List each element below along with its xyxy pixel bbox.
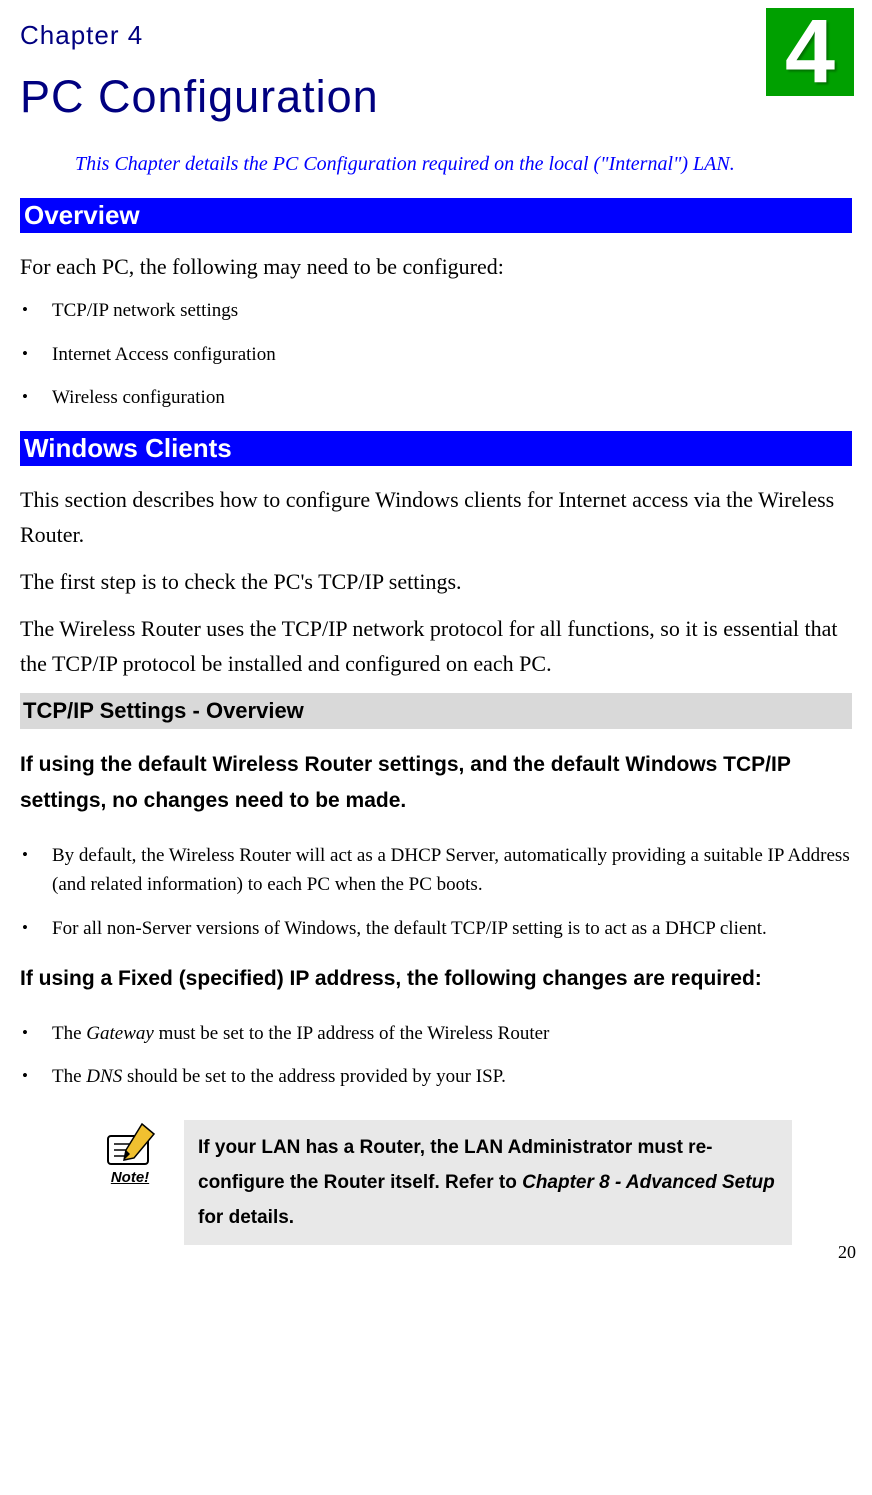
list-item: TCP/IP network settings bbox=[20, 296, 852, 325]
list-item: Wireless configuration bbox=[20, 383, 852, 412]
chapter-number-badge: 4 bbox=[766, 8, 854, 96]
chapter-intro: This Chapter details the PC Configuratio… bbox=[75, 153, 852, 176]
page-title: PC Configuration bbox=[20, 71, 852, 123]
italic-term: DNS bbox=[86, 1066, 122, 1087]
note-text: If your LAN has a Router, the LAN Admini… bbox=[184, 1120, 792, 1245]
overview-lead: For each PC, the following may need to b… bbox=[20, 249, 852, 284]
paragraph: The first step is to check the PC's TCP/… bbox=[20, 564, 852, 599]
note-icon: Note! bbox=[100, 1120, 160, 1186]
paragraph: The Wireless Router uses the TCP/IP netw… bbox=[20, 611, 852, 681]
tcpip-default-list: By default, the Wireless Router will act… bbox=[20, 841, 852, 943]
list-item: For all non-Server versions of Windows, … bbox=[20, 914, 852, 943]
note-ref: Chapter 8 - Advanced Setup bbox=[522, 1172, 775, 1193]
section-heading-windows-clients: Windows Clients bbox=[20, 431, 852, 466]
chapter-label: Chapter 4 bbox=[20, 20, 852, 51]
chapter-number: 4 bbox=[785, 7, 835, 97]
section-heading-overview: Overview bbox=[20, 198, 852, 233]
pencil-note-icon bbox=[104, 1120, 156, 1168]
list-item: The Gateway must be set to the IP addres… bbox=[20, 1019, 852, 1048]
tcpip-default-para: If using the default Wireless Router set… bbox=[20, 747, 852, 818]
tcpip-fixed-para: If using a Fixed (specified) IP address,… bbox=[20, 961, 852, 997]
paragraph: This section describes how to configure … bbox=[20, 482, 852, 552]
page-number: 20 bbox=[838, 1242, 856, 1263]
overview-list: TCP/IP network settings Internet Access … bbox=[20, 296, 852, 412]
italic-term: Gateway bbox=[86, 1023, 154, 1044]
note-box: Note! If your LAN has a Router, the LAN … bbox=[100, 1120, 792, 1245]
sub-heading-tcpip: TCP/IP Settings - Overview bbox=[20, 693, 852, 729]
list-item: The DNS should be set to the address pro… bbox=[20, 1062, 852, 1091]
tcpip-fixed-list: The Gateway must be set to the IP addres… bbox=[20, 1019, 852, 1092]
note-icon-label: Note! bbox=[100, 1169, 160, 1186]
list-item: By default, the Wireless Router will act… bbox=[20, 841, 852, 900]
list-item: Internet Access configuration bbox=[20, 340, 852, 369]
